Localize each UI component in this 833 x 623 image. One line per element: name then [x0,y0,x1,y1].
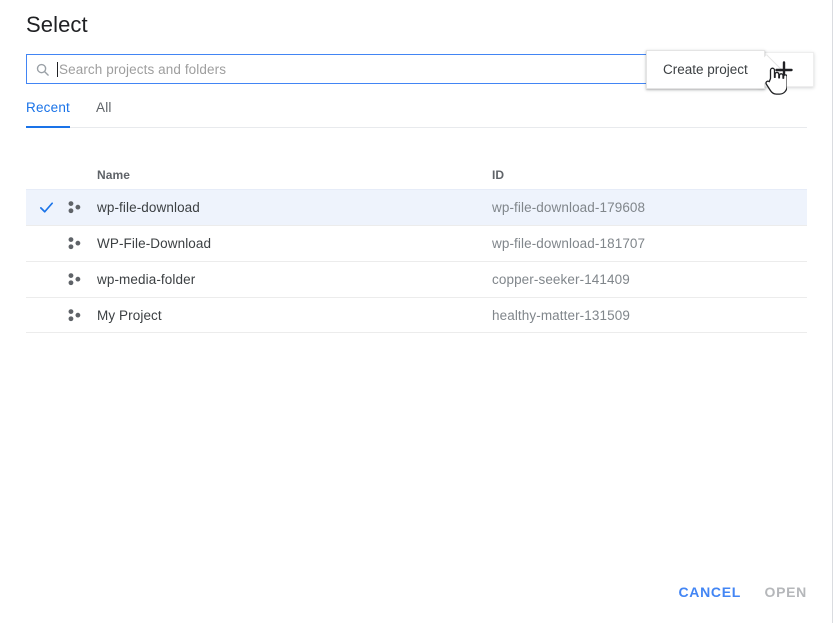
row-id: healthy-matter-131509 [492,308,807,323]
table-row[interactable]: wp-media-folder copper-seeker-141409 [26,261,807,297]
table-row[interactable]: wp-file-download wp-file-download-179608 [26,189,807,225]
row-icon [66,271,94,288]
checkmark-icon [38,199,55,216]
row-id: wp-file-download-179608 [492,200,807,215]
row-name: wp-file-download [94,200,492,215]
search-icon [35,62,50,77]
row-name: My Project [94,308,492,323]
select-project-dialog: Select Search projects and folders Creat… [0,0,833,623]
row-icon [66,199,94,216]
tabs-divider [26,127,807,128]
tabs-bar: Recent All [26,100,807,130]
projects-table: Name ID wp-file-download wp-file-downloa… [26,160,807,333]
create-project-tooltip: Create project [646,50,765,89]
column-header-id: ID [492,168,807,182]
row-name: wp-media-folder [94,272,492,287]
search-placeholder: Search projects and folders [59,62,226,77]
table-row[interactable]: My Project healthy-matter-131509 [26,297,807,333]
tab-recent[interactable]: Recent [26,100,70,124]
row-icon [66,307,94,324]
cancel-button[interactable]: CANCEL [670,578,749,606]
row-name: WP-File-Download [94,236,492,251]
tab-all[interactable]: All [96,100,112,124]
column-header-name: Name [94,168,492,182]
project-icon [66,271,83,288]
row-id: wp-file-download-181707 [492,236,807,251]
open-button[interactable]: OPEN [757,578,815,606]
search-text-caret [57,62,58,77]
dialog-footer: CANCEL OPEN [0,578,833,618]
project-icon [66,235,83,252]
row-id: copper-seeker-141409 [492,272,807,287]
project-icon [66,307,83,324]
tab-active-indicator [26,126,70,128]
table-row[interactable]: WP-File-Download wp-file-download-181707 [26,225,807,261]
row-selected-check [26,199,66,216]
search-row: Search projects and folders [26,54,649,84]
table-header-row: Name ID [26,160,807,189]
row-icon [66,235,94,252]
search-input[interactable]: Search projects and folders [26,54,649,84]
project-icon [66,199,83,216]
page-title: Select [26,12,88,38]
plus-icon[interactable] [772,58,796,82]
